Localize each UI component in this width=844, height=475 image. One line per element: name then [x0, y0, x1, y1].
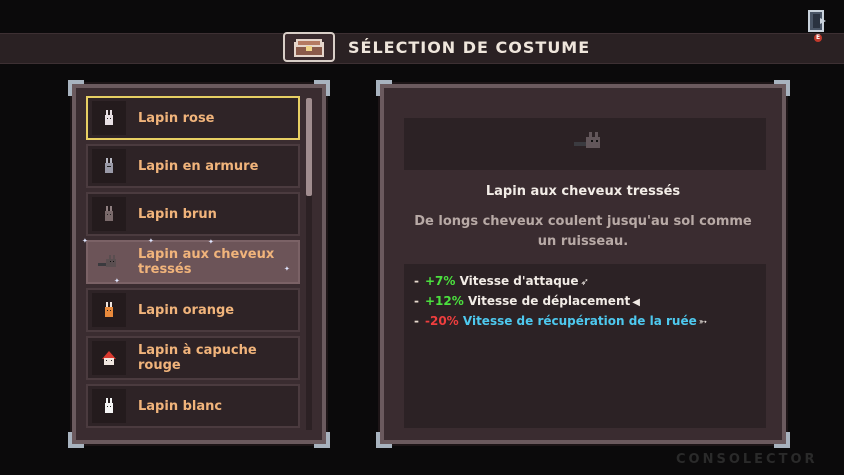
- armored-bunny-icon: [92, 149, 126, 183]
- page-title: SÉLECTION DE COSTUME: [348, 38, 591, 57]
- costume-description: De longs cheveux coulent jusqu'au sol co…: [414, 214, 752, 249]
- costume-item-label: Lapin en armure: [138, 158, 259, 174]
- orange-bunny-icon: [92, 293, 126, 327]
- costume-list-panel: Lapin rose Lapin en armure Lapin brun ✦ …: [68, 80, 330, 448]
- costume-item-armored-bunny[interactable]: Lapin en armure: [86, 144, 300, 188]
- stat-move-speed: - +12% Vitesse de déplacement ◀: [414, 294, 640, 308]
- costume-item-red-hood-bunny[interactable]: Lapin à capuche rouge: [86, 336, 300, 380]
- pink-bunny-icon: [92, 101, 126, 135]
- costume-item-brown-bunny[interactable]: Lapin brun: [86, 192, 300, 236]
- scrollbar-thumb[interactable]: [306, 98, 312, 196]
- costume-item-label: Lapin aux cheveux tressés: [138, 247, 275, 277]
- costume-item-label: Lapin orange: [138, 302, 235, 318]
- exit-key-hint: E: [816, 34, 821, 41]
- braided-bunny-icon: [92, 245, 126, 279]
- costume-item-braided-bunny[interactable]: ✦ ✦ ✦ ✦ ✦ Lapin aux cheveux tressés: [82, 237, 300, 285]
- exit-button[interactable]: E: [808, 10, 828, 44]
- stat-attack-speed: - +7% Vitesse d'attaque ➶: [414, 274, 589, 288]
- braided-bunny-preview-icon: [574, 132, 600, 148]
- chest-icon: [283, 32, 335, 62]
- boot-icon: ◀: [632, 297, 640, 308]
- costume-detail-panel: Lapin aux cheveux tressés De longs cheve…: [376, 80, 790, 448]
- dash-icon: ➳: [698, 317, 708, 328]
- costume-preview: [404, 118, 766, 170]
- white-bunny-icon: [92, 389, 126, 423]
- red-hood-bunny-icon: [92, 341, 126, 375]
- stats-list: - +7% Vitesse d'attaque ➶ - +12% Vitesse de…: [404, 264, 766, 428]
- watermark: CONSOLECTOR: [676, 452, 818, 467]
- sparkle-icon: ✦: [148, 237, 154, 245]
- costume-list: Lapin rose Lapin en armure Lapin brun ✦ …: [82, 96, 300, 432]
- costume-item-pink-bunny[interactable]: Lapin rose: [86, 96, 300, 140]
- brown-bunny-icon: [92, 197, 126, 231]
- sparkle-icon: ✦: [284, 265, 290, 273]
- stat-dash-cooldown: - -20% Vitesse de récupération de la ruée…: [414, 314, 708, 328]
- costume-item-label: Lapin à capuche rouge: [138, 343, 257, 373]
- sword-icon: ➶: [580, 277, 589, 288]
- costume-item-label: Lapin rose: [138, 110, 215, 126]
- sparkle-icon: ✦: [82, 237, 88, 245]
- costume-item-orange-bunny[interactable]: Lapin orange: [86, 288, 300, 332]
- costume-item-label: Lapin brun: [138, 206, 217, 222]
- costume-name: Lapin aux cheveux tressés: [485, 184, 681, 199]
- costume-item-label: Lapin blanc: [138, 398, 223, 414]
- sparkle-icon: ✦: [114, 277, 120, 285]
- costume-item-white-bunny[interactable]: Lapin blanc: [86, 384, 300, 428]
- sparkle-icon: ✦: [208, 238, 214, 246]
